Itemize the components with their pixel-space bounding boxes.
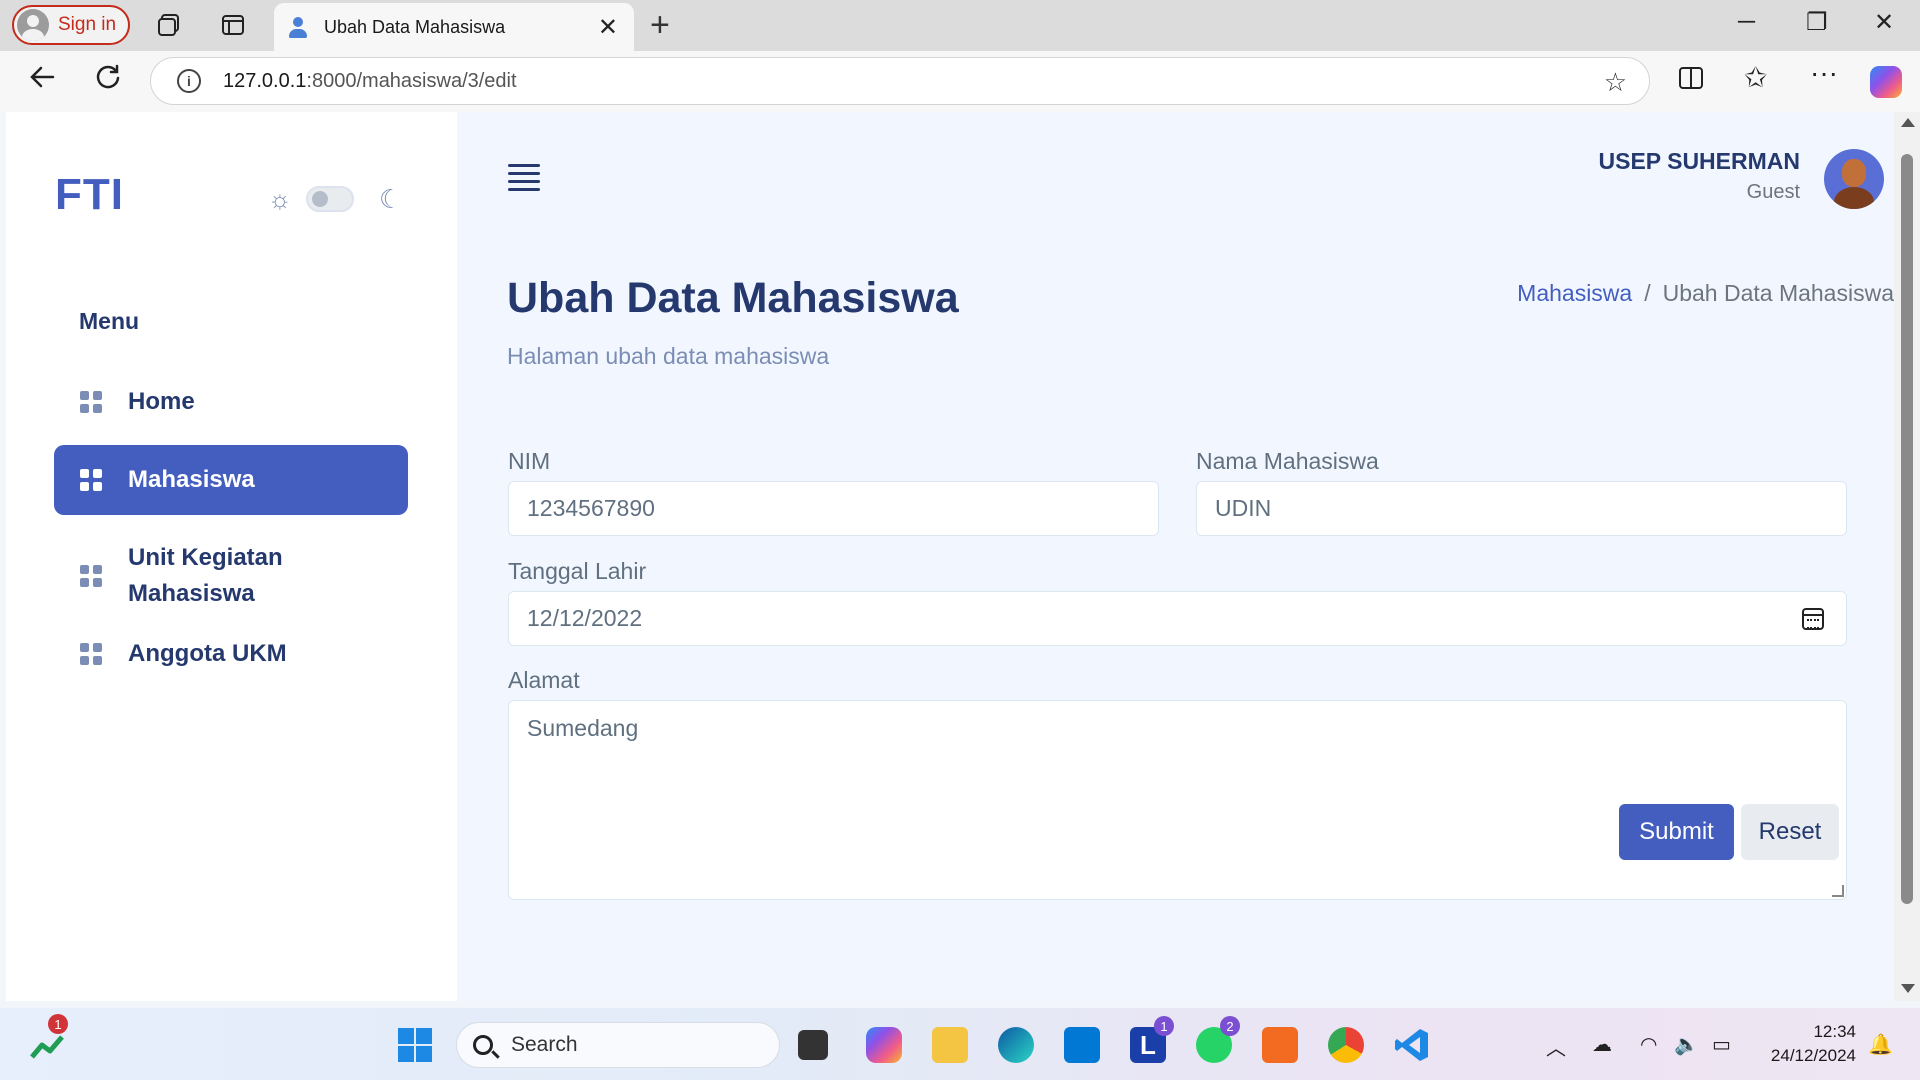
vertical-scrollbar[interactable] bbox=[1894, 112, 1920, 1001]
sidebar-item-mahasiswa[interactable]: Mahasiswa bbox=[54, 445, 408, 515]
site-info-icon[interactable]: i bbox=[177, 69, 201, 93]
tab-actions-icon[interactable] bbox=[218, 10, 248, 40]
volume-icon[interactable]: 🔈 bbox=[1674, 1032, 1699, 1057]
sign-in-button[interactable]: Sign in bbox=[12, 5, 130, 45]
refresh-icon[interactable] bbox=[94, 63, 122, 98]
taskbar-search[interactable]: Search bbox=[456, 1022, 780, 1068]
tab-title: Ubah Data Mahasiswa bbox=[324, 16, 506, 37]
browser-toolbar: i 127.0.0.1:8000/mahasiswa/3/edit ☆ ✩ ··… bbox=[0, 51, 1920, 112]
sidebar-item-label: Unit Kegiatan Mahasiswa bbox=[128, 544, 283, 607]
scrollbar-thumb[interactable] bbox=[1901, 154, 1913, 904]
tab-active[interactable]: Ubah Data Mahasiswa ✕ bbox=[274, 3, 634, 51]
logo[interactable]: FTI bbox=[55, 170, 124, 220]
alamat-label: Alamat bbox=[508, 667, 580, 693]
show-hidden-icons-icon[interactable]: ︿ bbox=[1546, 1032, 1566, 1061]
alamat-textarea[interactable]: Sumedang bbox=[508, 700, 1847, 900]
taskbar-clock[interactable]: 12:34 24/12/2024 bbox=[1771, 1020, 1856, 1068]
grid-icon bbox=[80, 565, 102, 587]
sidebar-item-label: Home bbox=[128, 388, 195, 415]
main-content: USEP SUHERMAN Guest Ubah Data Mahasiswa … bbox=[457, 112, 1894, 1001]
battery-icon[interactable]: ▭ bbox=[1712, 1032, 1731, 1057]
alamat-value: Sumedang bbox=[527, 715, 639, 741]
xampp-icon[interactable] bbox=[1262, 1027, 1298, 1063]
tanggal-value: 12/12/2022 bbox=[527, 605, 643, 631]
new-tab-icon[interactable]: + bbox=[650, 6, 670, 45]
windows-start-icon[interactable] bbox=[397, 1027, 433, 1063]
onedrive-icon[interactable]: ☁ bbox=[1592, 1032, 1612, 1057]
tab-favicon-icon bbox=[288, 16, 308, 38]
browser-tab-strip: Sign in Ubah Data Mahasiswa ✕ + ─ ❐ ✕ bbox=[0, 0, 1920, 51]
copilot-icon[interactable] bbox=[1870, 66, 1902, 98]
close-window-icon[interactable]: ✕ bbox=[1874, 8, 1894, 37]
nim-field[interactable]: 1234567890 bbox=[508, 481, 1159, 536]
scroll-down-icon[interactable] bbox=[1901, 984, 1915, 993]
clock-time: 12:34 bbox=[1813, 1022, 1856, 1041]
nama-label: Nama Mahasiswa bbox=[1196, 448, 1379, 474]
avatar[interactable] bbox=[1824, 149, 1884, 209]
sign-in-label: Sign in bbox=[58, 14, 117, 35]
search-label: Search bbox=[511, 1033, 578, 1056]
menu-title: Menu bbox=[79, 308, 140, 334]
copilot-app-icon[interactable] bbox=[866, 1027, 902, 1063]
sidebar-item-anggota-ukm[interactable]: Anggota UKM bbox=[54, 626, 408, 682]
favorite-star-icon[interactable]: ☆ bbox=[1604, 67, 1627, 98]
task-view-icon[interactable] bbox=[798, 1030, 828, 1060]
tab-close-icon[interactable]: ✕ bbox=[598, 13, 618, 42]
scroll-up-icon[interactable] bbox=[1901, 118, 1915, 127]
search-icon bbox=[473, 1035, 493, 1055]
store-icon[interactable] bbox=[1064, 1027, 1100, 1063]
tanggal-label: Tanggal Lahir bbox=[508, 558, 647, 584]
sidebar-item-label: Mahasiswa bbox=[128, 466, 255, 493]
notification-badge: 1 bbox=[1154, 1016, 1174, 1036]
restore-icon[interactable]: ❐ bbox=[1806, 8, 1828, 37]
nama-field[interactable]: UDIN bbox=[1196, 481, 1847, 536]
chrome-icon[interactable] bbox=[1328, 1027, 1364, 1063]
vscode-icon[interactable] bbox=[1394, 1027, 1430, 1063]
sidebar-item-home[interactable]: Home bbox=[54, 374, 408, 430]
breadcrumb-separator: / bbox=[1644, 280, 1651, 306]
user-info[interactable]: USEP SUHERMAN Guest bbox=[1599, 148, 1801, 204]
sidebar-item-label: Anggota UKM bbox=[128, 640, 287, 667]
resize-handle-icon[interactable] bbox=[1832, 885, 1844, 897]
notifications-bell-icon[interactable]: 🔔 bbox=[1868, 1032, 1893, 1057]
minimize-icon[interactable]: ─ bbox=[1738, 8, 1755, 36]
file-explorer-icon[interactable] bbox=[932, 1027, 968, 1063]
clock-date: 24/12/2024 bbox=[1770, 1046, 1856, 1065]
taskbar: 1 Search L 1 2 ︿ ☁ ◠ 🔈 ▭ 12:34 24/12/202… bbox=[0, 1008, 1920, 1080]
nim-label: NIM bbox=[508, 448, 551, 474]
breadcrumb-link-mahasiswa[interactable]: Mahasiswa bbox=[1517, 280, 1632, 307]
grid-icon bbox=[80, 643, 102, 665]
breadcrumb-current: Ubah Data Mahasiswa bbox=[1662, 280, 1894, 306]
moon-icon: ☾ bbox=[379, 184, 403, 214]
hamburger-menu-icon[interactable] bbox=[508, 164, 540, 192]
wifi-icon[interactable]: ◠ bbox=[1640, 1032, 1657, 1057]
profile-icon bbox=[17, 9, 49, 41]
back-icon[interactable] bbox=[28, 63, 56, 98]
page-title: Ubah Data Mahasiswa bbox=[507, 274, 959, 322]
page-subtitle: Halaman ubah data mahasiswa bbox=[507, 343, 830, 369]
grid-icon bbox=[80, 391, 102, 413]
tanggal-field[interactable]: 12/12/2022 bbox=[508, 591, 1847, 646]
sun-icon: ☼ bbox=[268, 184, 292, 214]
workspaces-icon[interactable] bbox=[154, 10, 184, 40]
notification-badge: 1 bbox=[48, 1014, 68, 1034]
reset-button[interactable]: Reset bbox=[1741, 804, 1839, 860]
more-options-icon[interactable]: ··· bbox=[1810, 57, 1838, 89]
theme-toggle[interactable] bbox=[306, 186, 354, 212]
url-text: 127.0.0.1:8000/mahasiswa/3/edit bbox=[223, 69, 517, 92]
breadcrumb: Mahasiswa / Ubah Data Mahasiswa bbox=[1517, 280, 1894, 307]
sidebar-item-ukm[interactable]: Unit Kegiatan Mahasiswa bbox=[54, 532, 408, 620]
user-name: USEP SUHERMAN bbox=[1598, 148, 1801, 174]
calendar-icon[interactable] bbox=[1802, 608, 1824, 630]
sidebar: FTI ☼ ☾ Menu Home Mahasiswa Unit Kegiata… bbox=[6, 112, 457, 1001]
web-page: FTI ☼ ☾ Menu Home Mahasiswa Unit Kegiata… bbox=[6, 112, 1894, 1001]
favorites-icon[interactable]: ✩ bbox=[1744, 61, 1767, 94]
address-bar[interactable]: i 127.0.0.1:8000/mahasiswa/3/edit ☆ bbox=[150, 57, 1650, 105]
grid-icon bbox=[80, 469, 102, 491]
notification-badge: 2 bbox=[1220, 1016, 1240, 1036]
submit-button[interactable]: Submit bbox=[1619, 804, 1734, 860]
split-screen-icon[interactable] bbox=[1678, 65, 1704, 98]
user-role: Guest bbox=[1746, 181, 1800, 203]
edge-icon[interactable] bbox=[998, 1027, 1034, 1063]
